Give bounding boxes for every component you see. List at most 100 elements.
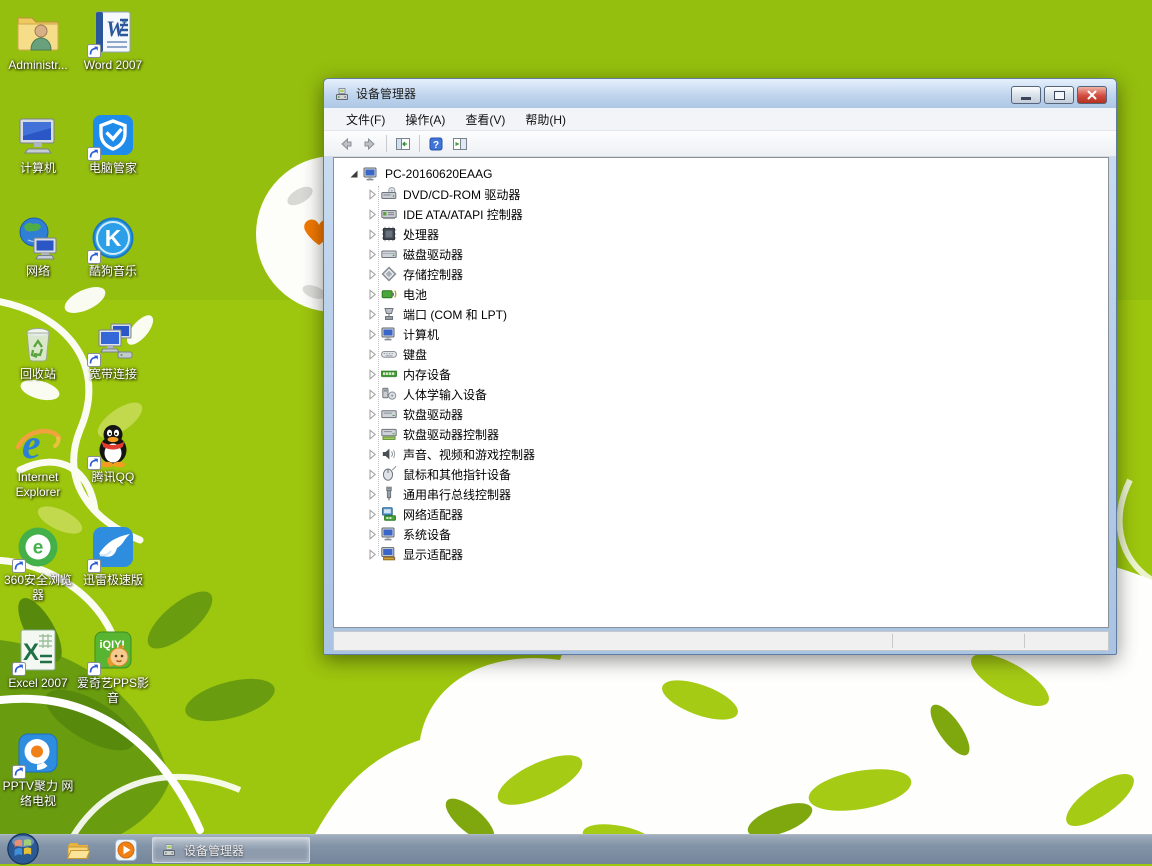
expand-expander-icon[interactable] [365, 187, 379, 201]
tree-item-memory[interactable]: 内存设备 [334, 364, 1108, 384]
desktop-icon-label: 电脑管家 [75, 161, 151, 176]
tree-item-system-devices[interactable]: 系统设备 [334, 524, 1108, 544]
desktop-icon-glyph [14, 214, 62, 262]
menu-item-1[interactable]: 操作(A) [395, 108, 455, 131]
tree-item-floppy-drive[interactable]: 软盘驱动器 [334, 404, 1108, 424]
desktop-icon-broadband[interactable]: 宽带连接 [75, 317, 151, 382]
expand-expander-icon[interactable] [365, 407, 379, 421]
dvd-drive-icon [381, 186, 397, 202]
desktop-icon-label: 回收站 [0, 367, 76, 382]
tree-item-disk-drive[interactable]: 磁盘驱动器 [334, 244, 1108, 264]
tree-item-network-adapter[interactable]: 网络适配器 [334, 504, 1108, 524]
menu-item-0[interactable]: 文件(F) [336, 108, 395, 131]
expand-expander-icon[interactable] [365, 547, 379, 561]
tree-item-label: 电池 [401, 285, 429, 304]
expand-expander-icon[interactable] [365, 327, 379, 341]
tree-item-label: 人体学输入设备 [401, 385, 489, 404]
expand-expander-icon[interactable] [365, 387, 379, 401]
desktop-icon-glyph [89, 111, 137, 159]
explorer-taskbar-icon[interactable] [66, 839, 90, 861]
tree-item-sound[interactable]: 声音、视频和游戏控制器 [334, 444, 1108, 464]
media-player-taskbar-icon[interactable] [114, 839, 138, 861]
device-manager-taskbar-button[interactable]: 设备管理器 [152, 837, 310, 863]
expand-expander-icon[interactable] [365, 527, 379, 541]
desktop-icon-glyph: iQIYI [89, 626, 137, 674]
desktop-icon-label: 迅雷极速版 [75, 573, 151, 588]
tree-root[interactable]: PC-20160620EAAG [334, 164, 1108, 184]
expand-expander-icon[interactable] [365, 247, 379, 261]
tree-item-mouse[interactable]: 鼠标和其他指针设备 [334, 464, 1108, 484]
tree-item-label: 声音、视频和游戏控制器 [401, 445, 537, 464]
expand-expander-icon[interactable] [365, 467, 379, 481]
tree-item-display-adapter[interactable]: 显示适配器 [334, 544, 1108, 564]
svg-text:?: ? [433, 140, 439, 151]
tree-item-floppy-controller[interactable]: 软盘驱动器控制器 [334, 424, 1108, 444]
collapse-expander-icon[interactable] [347, 167, 361, 181]
tree-item-usb[interactable]: 通用串行总线控制器 [334, 484, 1108, 504]
desktop-icon-iqiyi[interactable]: iQIYI 爱奇艺PPS影音 [75, 626, 151, 706]
floppy-drive-icon [381, 406, 397, 422]
ports-icon [381, 306, 397, 322]
tree-item-dvd-drive[interactable]: DVD/CD-ROM 驱动器 [334, 184, 1108, 204]
tree-item-storage-controller[interactable]: 存储控制器 [334, 264, 1108, 284]
expand-expander-icon[interactable] [365, 307, 379, 321]
toolbar-console-tree[interactable] [391, 133, 415, 155]
shortcut-arrow-icon [87, 250, 101, 264]
desktop-icon-xunlei[interactable]: 迅雷极速版 [75, 523, 151, 588]
system-devices-icon [381, 526, 397, 542]
toolbar-back-arrow[interactable] [334, 133, 358, 155]
desktop-icon-word[interactable]: W Word 2007 [75, 8, 151, 73]
tree-item-label: 处理器 [401, 225, 441, 244]
tree-item-processor[interactable]: 处理器 [334, 224, 1108, 244]
start-button[interactable] [6, 832, 40, 866]
expand-expander-icon[interactable] [365, 447, 379, 461]
expand-expander-icon[interactable] [365, 287, 379, 301]
desktop-icon-excel[interactable]: X Excel 2007 [0, 626, 76, 691]
network-adapter-icon [381, 506, 397, 522]
tree-item-hid[interactable]: 人体学输入设备 [334, 384, 1108, 404]
tree-item-battery[interactable]: 电池 [334, 284, 1108, 304]
desktop-icon-user-folder[interactable]: Administr... [0, 8, 76, 73]
menu-item-3[interactable]: 帮助(H) [515, 108, 576, 131]
desktop-icon-kugou[interactable]: K 酷狗音乐 [75, 214, 151, 279]
tree-item-ports[interactable]: 端口 (COM 和 LPT) [334, 304, 1108, 324]
toolbar-action-pane[interactable] [448, 133, 472, 155]
desktop-icon-ie[interactable]: e Internet Explorer [0, 420, 76, 500]
desktop-icon-pc-manager[interactable]: 电脑管家 [75, 111, 151, 176]
floppy-controller-icon [381, 426, 397, 442]
desktop-icon-recycle-bin[interactable]: 回收站 [0, 317, 76, 382]
desktop-icon-pptv[interactable]: PPTV聚力 网络电视 [0, 729, 76, 809]
desktop-icon-computer[interactable]: 计算机 [0, 111, 76, 176]
tree-item-label: 系统设备 [401, 525, 453, 544]
expand-expander-icon[interactable] [365, 367, 379, 381]
shortcut-arrow-icon [12, 662, 26, 676]
expand-expander-icon[interactable] [365, 267, 379, 281]
expand-expander-icon[interactable] [365, 427, 379, 441]
minimize-button[interactable] [1011, 86, 1041, 104]
desktop-icon-glyph [14, 729, 62, 777]
expand-expander-icon[interactable] [365, 207, 379, 221]
toolbar-help[interactable]: ? [424, 133, 448, 155]
shortcut-arrow-icon [87, 662, 101, 676]
titlebar[interactable]: 设备管理器 [324, 79, 1116, 108]
expand-expander-icon[interactable] [365, 507, 379, 521]
forward-arrow-icon [362, 136, 378, 152]
desktop-icon-network-globe[interactable]: 网络 [0, 214, 76, 279]
expand-expander-icon[interactable] [365, 347, 379, 361]
desktop-icon-label: Administr... [0, 58, 76, 73]
desktop-icon-qq[interactable]: 腾讯QQ [75, 420, 151, 485]
tree-item-ide-controller[interactable]: IDE ATA/ATAPI 控制器 [334, 204, 1108, 224]
expand-expander-icon[interactable] [365, 487, 379, 501]
toolbar-forward-arrow[interactable] [358, 133, 382, 155]
maximize-button[interactable] [1044, 86, 1074, 104]
menu-item-2[interactable]: 查看(V) [455, 108, 515, 131]
close-button[interactable] [1077, 86, 1107, 104]
desktop-icon-glyph: e [14, 523, 62, 571]
tree-item-keyboard[interactable]: 键盘 [334, 344, 1108, 364]
desktop-icon-glyph [14, 8, 62, 56]
shortcut-arrow-icon [12, 765, 26, 779]
desktop-icon-label: PPTV聚力 网络电视 [0, 779, 76, 809]
desktop-icon-browser-360[interactable]: e 360安全浏览器 [0, 523, 76, 603]
tree-item-computer-node[interactable]: 计算机 [334, 324, 1108, 344]
expand-expander-icon[interactable] [365, 227, 379, 241]
